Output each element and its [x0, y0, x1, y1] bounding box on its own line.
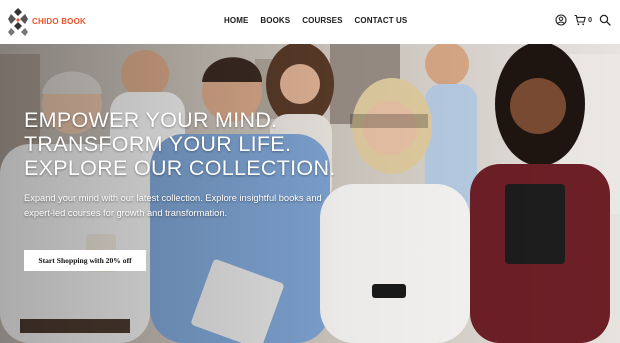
cart-count: 0	[588, 16, 592, 24]
nav-item-home[interactable]: HOME	[224, 16, 248, 25]
hero-headline-line3: EXPLORE OUR COLLECTION.	[24, 156, 336, 180]
main-nav: HOME BOOKS COURSES CONTACT US	[224, 16, 407, 25]
logo-mark-icon	[7, 6, 29, 38]
hero-banner: EMPOWER YOUR MIND. TRANSFORM YOUR LIFE. …	[0, 44, 620, 343]
cart-button[interactable]: 0	[574, 14, 592, 26]
search-icon[interactable]	[599, 14, 611, 26]
hero-headline: EMPOWER YOUR MIND. TRANSFORM YOUR LIFE. …	[24, 108, 354, 180]
cart-icon	[574, 14, 586, 26]
user-icon[interactable]	[555, 14, 567, 26]
hero-copy: EMPOWER YOUR MIND. TRANSFORM YOUR LIFE. …	[24, 108, 354, 221]
hero-headline-line2: TRANSFORM YOUR LIFE.	[24, 132, 292, 156]
nav-item-books[interactable]: BOOKS	[260, 16, 290, 25]
start-shopping-button[interactable]: Start Shopping with 20% off	[24, 250, 146, 271]
hero-headline-line1: EMPOWER YOUR MIND.	[24, 108, 278, 132]
brand-logo[interactable]: CHIDO BOOK	[7, 6, 86, 38]
brand-name: CHIDO BOOK	[32, 17, 86, 26]
nav-item-courses[interactable]: COURSES	[302, 16, 342, 25]
nav-item-contact-us[interactable]: CONTACT US	[355, 16, 408, 25]
header-actions: 0	[555, 14, 611, 26]
site-header: CHIDO BOOK HOME BOOKS COURSES CONTACT US…	[0, 0, 620, 44]
hero-subtext: Expand your mind with our latest collect…	[24, 193, 322, 218]
